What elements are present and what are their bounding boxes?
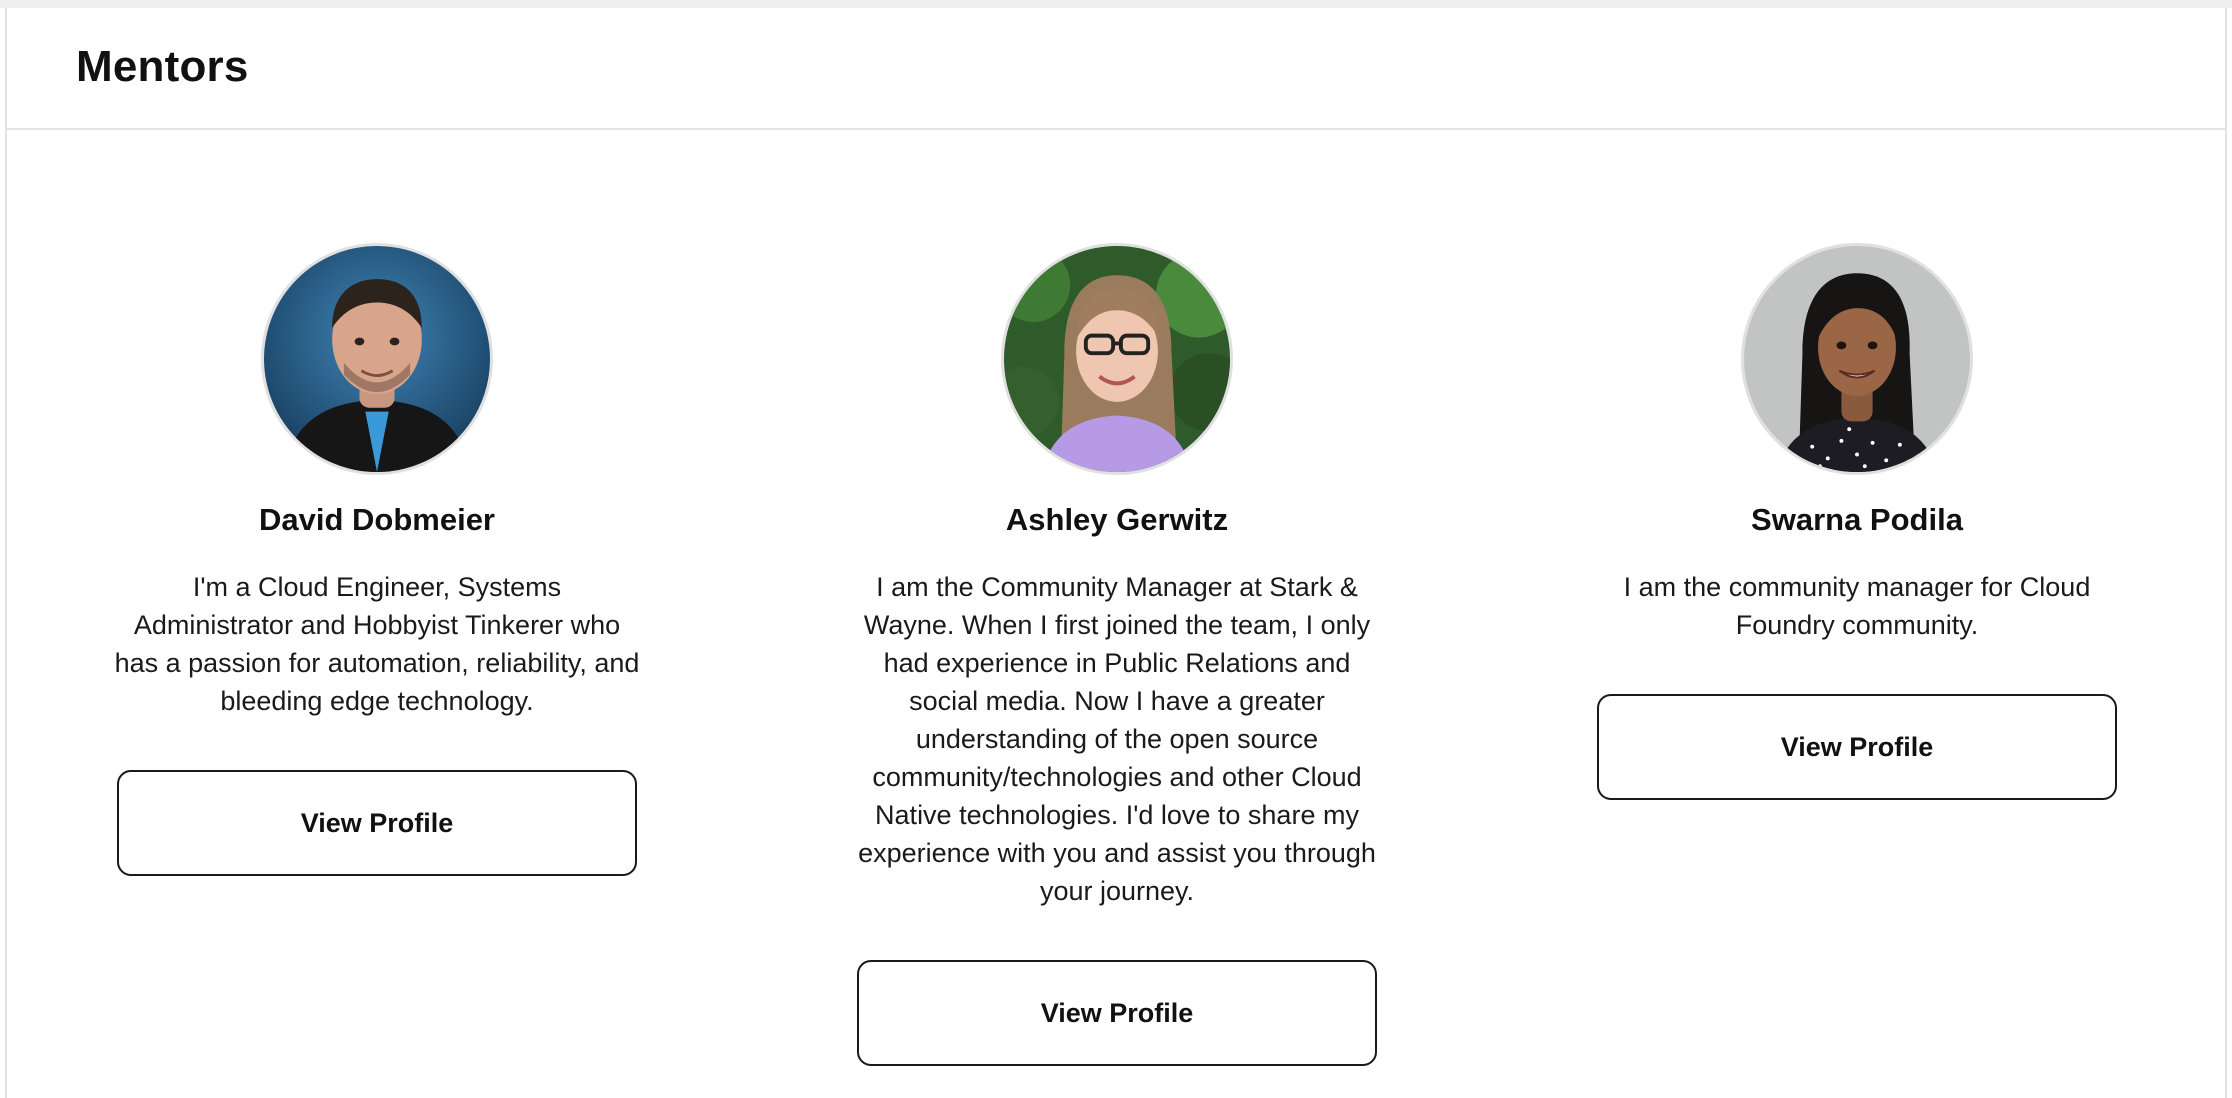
view-profile-button[interactable]: View Profile bbox=[857, 960, 1377, 1066]
mentors-panel: Mentors David Dobmeier I'm a Cloud Engin… bbox=[5, 8, 2227, 1098]
mentor-card-ashley-gerwitz: Ashley Gerwitz I am the Community Manage… bbox=[747, 243, 1487, 1066]
page: Mentors David Dobmeier I'm a Cloud Engin… bbox=[0, 0, 2232, 1098]
mentor-card-david-dobmeier: David Dobmeier I'm a Cloud Engineer, Sys… bbox=[7, 243, 747, 876]
person-photo-icon bbox=[264, 246, 490, 472]
mentor-name: David Dobmeier bbox=[258, 502, 495, 537]
person-photo-icon bbox=[1004, 246, 1230, 472]
mentor-name: Ashley Gerwitz bbox=[1005, 502, 1229, 537]
mentor-bio: I'm a Cloud Engineer, Systems Administra… bbox=[114, 572, 640, 716]
view-profile-button[interactable]: View Profile bbox=[117, 770, 637, 876]
avatar bbox=[1741, 243, 1973, 475]
mentor-bio: I am the community manager for Cloud Fou… bbox=[1623, 572, 2091, 640]
mentor-name: Swarna Podila bbox=[1751, 502, 1963, 537]
page-title: Mentors bbox=[76, 42, 249, 91]
mentor-card-swarna-podila: Swarna Podila I am the community manager… bbox=[1487, 243, 2227, 800]
view-profile-button[interactable]: View Profile bbox=[1597, 694, 2117, 800]
panel-header: Mentors bbox=[7, 8, 2225, 130]
person-photo-icon bbox=[1744, 246, 1970, 472]
avatar bbox=[1001, 243, 1233, 475]
top-strip bbox=[0, 0, 2232, 8]
avatar bbox=[261, 243, 493, 475]
mentor-bio: I am the Community Manager at Stark & Wa… bbox=[858, 572, 1376, 906]
